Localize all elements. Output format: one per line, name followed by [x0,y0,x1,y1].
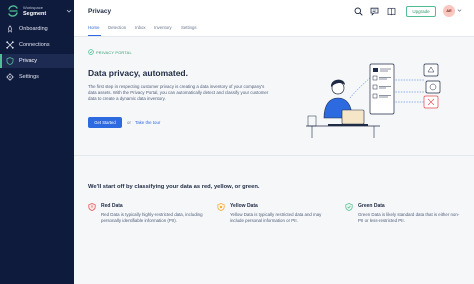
yellow-data-card: Yellow Data Yellow Data is typically res… [217,202,335,242]
tab-detection[interactable]: Detection [108,25,126,30]
chevron-down-icon [66,9,72,13]
rocket-icon [7,25,13,33]
upgrade-button[interactable]: Upgrade [406,6,436,17]
card-description: Yellow Data is typically restricted data… [230,212,322,224]
connections-icon [6,41,14,49]
green-data-card: Green Data Green Data is likely standard… [345,202,463,242]
card-description: Green Data is likely standard data that … [358,212,460,224]
red-data-card: Red Data Red Data is typically highly-re… [88,202,206,242]
tab-home[interactable]: Home [88,25,99,30]
sidebar-item-privacy[interactable]: Privacy [0,54,74,68]
book-icon[interactable] [387,7,396,16]
top-header: Privacy Home Detection Inbox Inventory S… [74,0,474,37]
sidebar-item-label: Connections [19,41,50,48]
red-shield-icon [88,203,96,211]
take-tour-link[interactable]: Take the tour [135,120,160,125]
section-divider [74,155,474,156]
main-content: PRIVACY PORTAL Data privacy, automated. … [74,38,474,284]
sidebar: Workspace Segment Onboarding Connections… [0,0,74,284]
avatar: AE [443,5,455,17]
sidebar-item-settings[interactable]: Settings [0,70,74,84]
or-text: or [127,120,131,125]
segment-logo-icon [8,5,18,17]
sidebar-item-onboarding[interactable]: Onboarding [0,22,74,36]
card-title: Red Data [101,203,123,209]
privacy-portal-icon [88,49,94,55]
hero-description: The first step in respecting customer pr… [88,84,269,102]
workspace-switcher[interactable]: Workspace Segment [4,3,72,19]
gear-icon [6,73,14,81]
page-title: Privacy [88,8,112,15]
yellow-shield-icon [217,203,225,211]
hero-title: Data privacy, automated. [88,68,188,78]
green-shield-icon [345,203,353,211]
shield-icon [6,57,14,65]
card-description: Red Data is typically highly-restricted … [101,212,203,224]
sidebar-item-connections[interactable]: Connections [0,38,74,52]
card-title: Green Data [358,203,385,209]
privacy-illustration [306,63,441,138]
tab-inbox[interactable]: Inbox [135,25,146,30]
chat-icon[interactable] [370,7,379,16]
active-tab-indicator [88,35,101,37]
chevron-down-icon [457,9,462,12]
tab-settings[interactable]: Settings [181,25,197,30]
sidebar-item-label: Privacy [19,57,38,64]
tab-inventory[interactable]: Inventory [154,25,172,30]
workspace-label: Workspace [23,5,43,10]
sidebar-item-label: Onboarding [19,25,48,32]
search-icon[interactable] [354,7,363,16]
get-started-button[interactable]: Get Started [88,117,122,128]
privacy-portal-label: PRIVACY PORTAL [96,49,132,55]
workspace-name: Segment [23,11,47,17]
classify-section-title: We'll start off by classifying your data… [88,184,260,190]
user-menu[interactable]: AE [443,5,463,17]
sidebar-item-label: Settings [19,73,39,80]
card-title: Yellow Data [230,203,258,209]
